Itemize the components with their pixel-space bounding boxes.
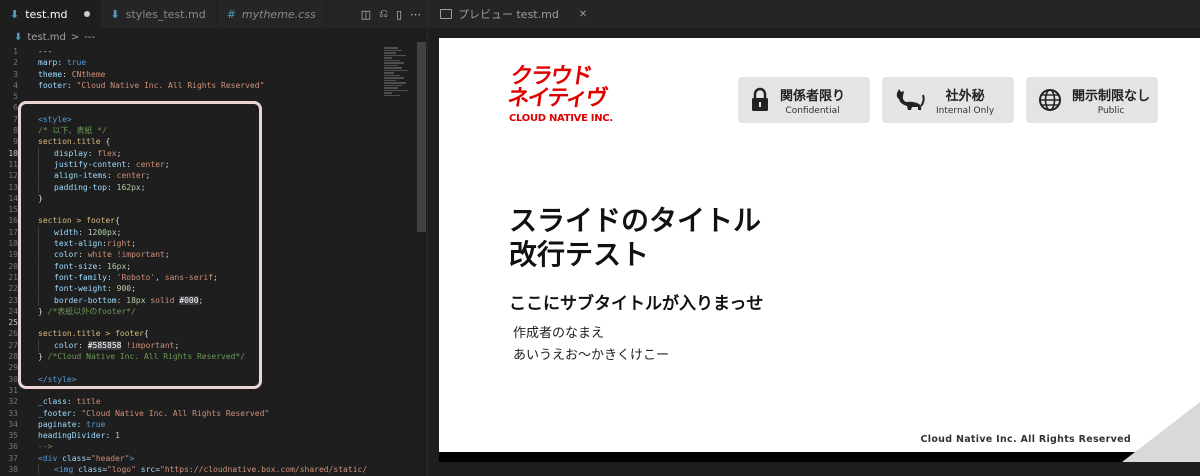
slide-subtitle: ここにサブタイトルが入りまっせ: [509, 294, 764, 314]
footer-bar: [439, 452, 1200, 462]
code-line: 25: [8, 318, 18, 328]
logo-english-text: CLOUD NATIVE INC.: [509, 113, 613, 124]
badge-confidential: 関係者限り Confidential: [738, 77, 870, 123]
open-preview-side-icon[interactable]: ◫: [361, 8, 371, 21]
tab-mytheme-css[interactable]: # mytheme.css: [217, 0, 327, 28]
code-line: 7 <style>: [13, 114, 72, 124]
code-line: 12 align-items: center;: [8, 170, 151, 182]
tab-test-md[interactable]: ⬇ test.md: [0, 0, 101, 28]
author-line: 作成者のなまえ: [513, 326, 605, 341]
slide-title-line: 改行テスト: [509, 238, 650, 271]
preview-tab-label: プレビュー test.md: [458, 8, 559, 21]
badge-main-label: 開示制限なし: [1072, 88, 1151, 104]
breadcrumb-symbol[interactable]: ---: [84, 32, 95, 43]
page-corner-decoration: [1122, 402, 1200, 462]
tab-label: mytheme.css: [241, 7, 316, 21]
tab-label: styles_test.md: [125, 7, 206, 21]
editor-actions: ◫ ⎌ ▯ ⋯: [361, 0, 421, 28]
code-line: 29: [8, 363, 18, 373]
split-editor-icon[interactable]: ▯: [396, 8, 402, 21]
code-line: 1 ---: [13, 47, 53, 56]
tab-preview[interactable]: プレビュー test.md ✕: [428, 0, 1200, 28]
breadcrumb-file[interactable]: test.md: [27, 32, 65, 43]
tab-label: test.md: [25, 7, 68, 21]
markdown-file-icon: ⬇: [110, 7, 120, 21]
slide-title: スライドのタイトル 改行テスト: [509, 204, 761, 272]
tab-styles-test-md[interactable]: ⬇ styles_test.md: [101, 0, 217, 28]
code-line: 14}: [8, 193, 43, 203]
code-line: 37 <div class="header">: [8, 453, 135, 463]
cat-icon: [896, 89, 925, 110]
code-editor[interactable]: 1 --- 2 marp: true 3 theme: CNtheme 4 footer…: [0, 46, 384, 476]
code-line: 35 headingDivider: 1: [8, 431, 120, 441]
code-line: 13 padding-top: 162px;: [8, 181, 146, 193]
code-line: 32 _class: title: [8, 397, 101, 407]
breadcrumb-separator: >: [70, 31, 80, 43]
markdown-file-icon: ⬇: [10, 7, 20, 21]
code-line: 15: [8, 205, 18, 215]
code-line: 2 marp: true: [13, 58, 87, 68]
code-line: 27 color: #585858 !important;: [8, 339, 180, 351]
code-line: 3 theme: CNtheme: [13, 69, 106, 79]
code-line: 36 -->: [8, 442, 53, 452]
badge-sub-label: Public: [1097, 105, 1125, 116]
unsaved-dot-icon[interactable]: [83, 11, 90, 17]
code-line: 5: [13, 92, 18, 102]
vscode-window: ⬇ test.md ⬇ styles_test.md # mytheme.css…: [0, 0, 1200, 476]
code-line: 33 _footer: "Cloud Native Inc. All Rights…: [8, 408, 270, 418]
code-line: 18 text-align:right;: [8, 238, 136, 250]
editor-tabbar: ⬇ test.md ⬇ styles_test.md # mytheme.css…: [0, 0, 427, 28]
close-icon[interactable]: ✕: [579, 9, 587, 20]
code-line: 30 </style>: [8, 374, 77, 384]
lock-icon: [752, 87, 768, 111]
code-line: 4 footer: "Cloud Native Inc. All Rights R…: [13, 80, 265, 90]
code-line: 17 width: 1200px;: [8, 226, 122, 238]
slide-preview: クラウド ネイティヴ CLOUD NATIVE INC. 関係者限り Confid…: [439, 38, 1200, 462]
company-logo: クラウド ネイティヴ CLOUD NATIVE INC.: [505, 64, 627, 136]
code-line: 38 <img class="logo" src="https://cloudna…: [8, 463, 368, 475]
minimap[interactable]: [384, 46, 414, 166]
code-line: 20 font-size: 16px;: [8, 260, 132, 272]
more-actions-icon[interactable]: ⋯: [410, 8, 421, 21]
slide-title-line: スライドのタイトル: [509, 204, 762, 237]
code-line: 9 section.title {: [13, 137, 111, 147]
preview-icon: [440, 9, 452, 19]
breadcrumb: ⬇ test.md > ---: [0, 28, 427, 46]
code-line: 23 border-bottom: 18px solid #000;: [8, 294, 204, 306]
badge-sub-label: Internal Only: [936, 105, 995, 116]
slide-author: 作成者のなまえ あいうえお〜かきくけこー: [513, 323, 669, 367]
author-line: あいうえお〜かきくけこー: [513, 348, 670, 363]
code-line: 22 font-weight: 900;: [8, 283, 136, 295]
badge-main-label: 社外秘: [945, 88, 985, 104]
code-line: 10 display: flex;: [8, 147, 122, 159]
code-line: 26 section.title > footer{: [8, 329, 149, 339]
badge-internal-only: 社外秘 Internal Only: [882, 77, 1014, 123]
badge-main-label: 関係者限り: [780, 88, 846, 104]
code-line: 16 section > footer{: [8, 216, 120, 226]
code-line: 8/* 以下、表紙 */: [13, 126, 107, 136]
editor-scrollbar[interactable]: [417, 42, 426, 232]
code-line: 21 font-family: 'Roboto', sans-serif;: [8, 271, 218, 283]
slide-footer: Cloud Native Inc. All Rights Reserved 1: [439, 432, 1200, 462]
editor-pane: ⬇ test.md ⬇ styles_test.md # mytheme.css…: [0, 0, 428, 476]
logo-japanese-text: クラウド ネイティヴ: [505, 64, 608, 111]
code-line: 19 color: white !important;: [8, 249, 170, 261]
code-line: 31: [8, 385, 18, 395]
code-line: 6: [13, 103, 18, 113]
code-line: 34 paginate: true: [8, 419, 106, 429]
code-line: 24} /*表紙以外のfooter*/: [8, 306, 136, 316]
css-file-icon: #: [226, 7, 236, 21]
git-compare-icon[interactable]: ⎌: [379, 7, 388, 21]
badge-public: 開示制限なし Public: [1026, 77, 1158, 123]
globe-icon: [1039, 89, 1061, 111]
badge-sub-label: Confidential: [785, 105, 840, 116]
markdown-file-icon: ⬇: [14, 31, 23, 43]
code-line: 11 justify-content: center;: [8, 158, 170, 170]
code-line: 28} /*Cloud Native Inc. All Rights Reser…: [8, 352, 246, 362]
footer-text: Cloud Native Inc. All Rights Reserved: [920, 434, 1131, 445]
